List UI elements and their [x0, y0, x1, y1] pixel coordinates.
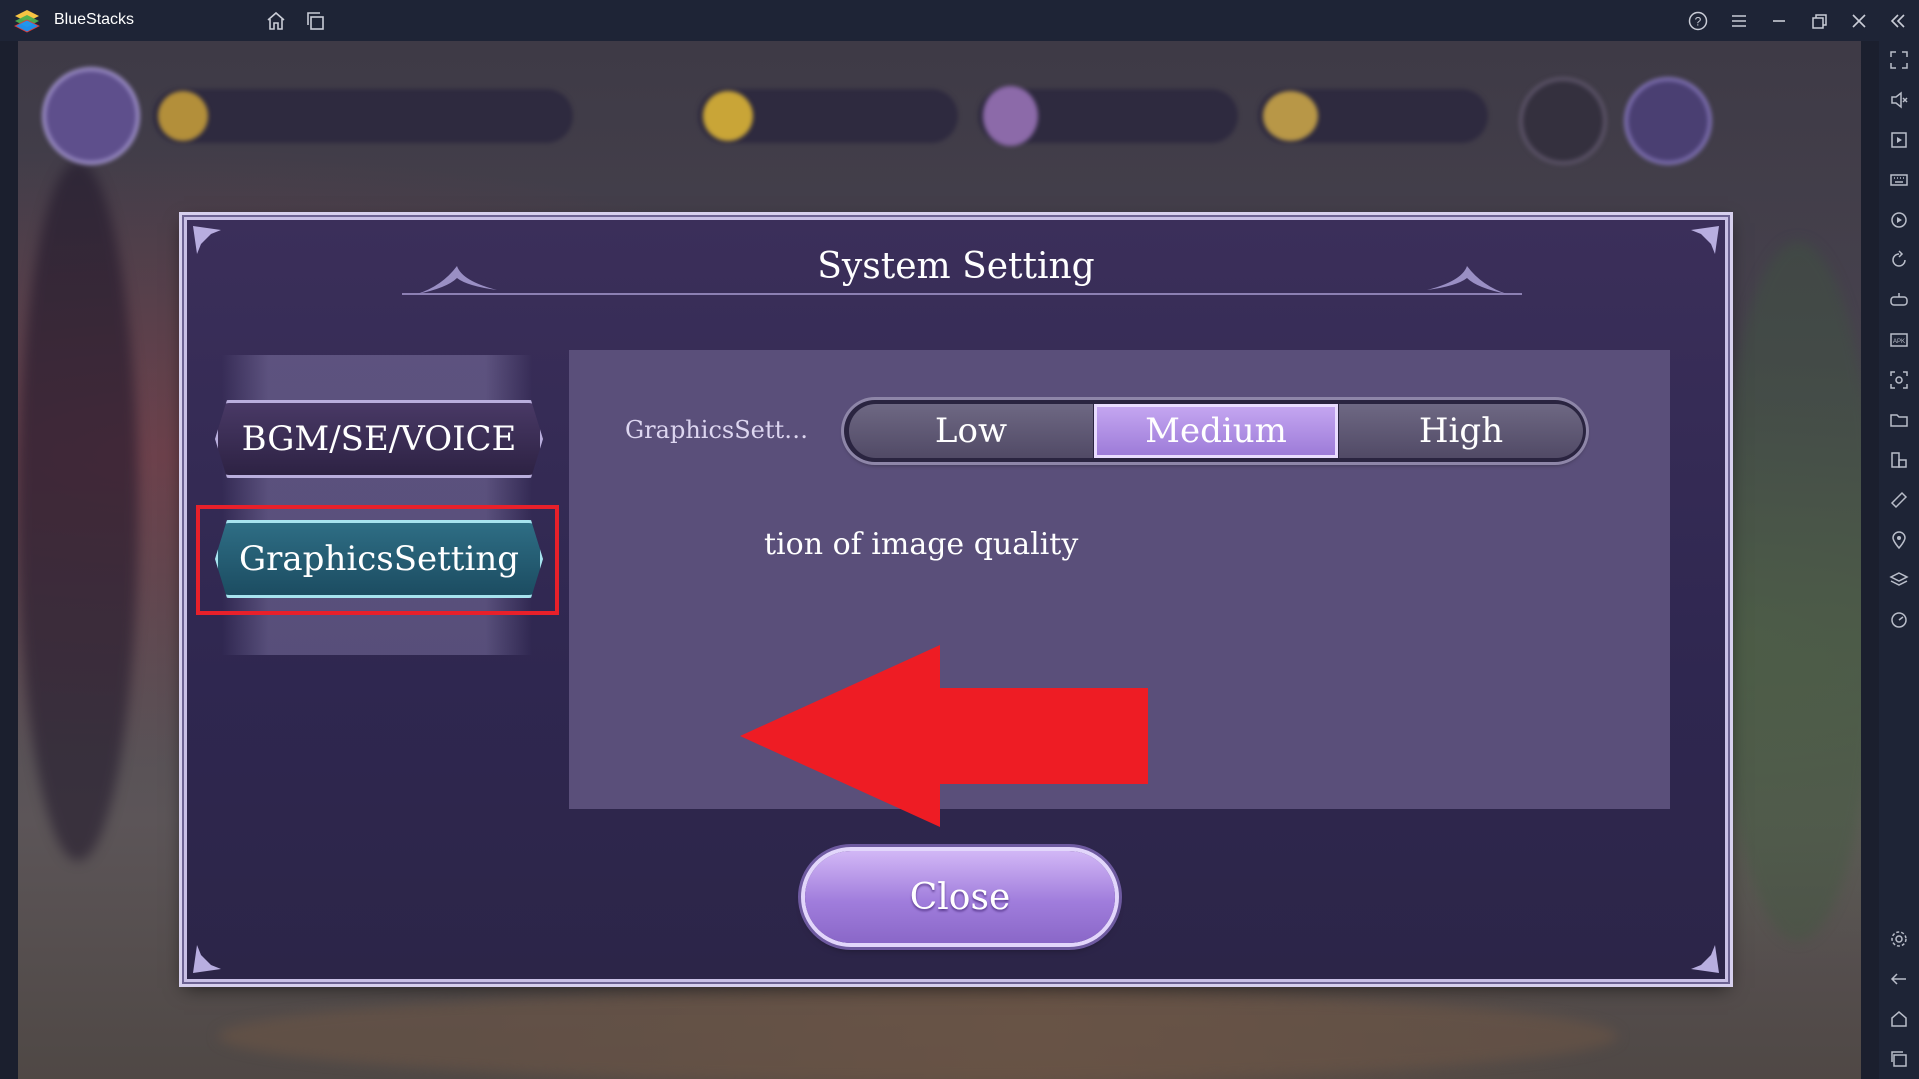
title-ornament-right-icon: [1422, 256, 1512, 296]
system-setting-dialog: System Setting BGM/SE/VOICE GraphicsSett…: [184, 217, 1728, 982]
layers-icon[interactable]: [1889, 570, 1909, 590]
android-home-icon[interactable]: [1889, 1009, 1909, 1029]
volume-icon[interactable]: [1889, 90, 1909, 110]
graphics-setting-label: GraphicsSett…: [625, 416, 809, 444]
background-foliage: [1718, 241, 1861, 941]
macro-icon[interactable]: [1889, 210, 1909, 230]
right-sidebar: APK: [1879, 41, 1919, 1079]
collapse-sidebar-icon[interactable]: [1887, 10, 1909, 32]
close-button[interactable]: Close: [805, 851, 1115, 943]
help-icon[interactable]: ?: [1687, 10, 1709, 32]
menu-icon[interactable]: [1728, 10, 1750, 32]
svg-text:APK: APK: [1893, 339, 1905, 345]
hud-gear-icon: [158, 91, 208, 141]
eco-mode-icon[interactable]: [1889, 490, 1909, 510]
hud-stamina-icon: [703, 91, 753, 141]
fullscreen-icon[interactable]: [1889, 50, 1909, 70]
game-viewport: System Setting BGM/SE/VOICE GraphicsSett…: [18, 41, 1861, 1079]
corner-ornament-icon: [191, 941, 225, 975]
back-icon[interactable]: [1889, 969, 1909, 989]
hud-currency-icon: [1263, 91, 1318, 141]
apk-icon[interactable]: APK: [1889, 330, 1909, 350]
quality-high-button[interactable]: High: [1339, 404, 1583, 458]
settings-icon[interactable]: [1889, 929, 1909, 949]
title-divider: [402, 293, 1522, 295]
background-pillar: [18, 161, 138, 861]
speed-icon[interactable]: [1889, 610, 1909, 630]
title-bar: BlueStacks ?: [0, 0, 1919, 41]
hud-menu-icon: [1523, 81, 1603, 161]
quality-medium-button[interactable]: Medium: [1094, 404, 1338, 458]
minimize-icon[interactable]: [1768, 10, 1790, 32]
quality-description: tion of image quality: [764, 527, 1079, 562]
folder-icon[interactable]: [1889, 410, 1909, 430]
restore-icon[interactable]: [1808, 10, 1830, 32]
hud-title-bar: [153, 89, 573, 143]
corner-ornament-icon: [1687, 941, 1721, 975]
rotate-icon[interactable]: [1889, 250, 1909, 270]
title-ornament-left-icon: [412, 256, 502, 296]
recent-apps-icon[interactable]: [1889, 1049, 1909, 1069]
quality-selector: Low Medium High: [844, 400, 1586, 462]
red-arrow-icon: [740, 645, 1148, 827]
location-icon[interactable]: [1889, 530, 1909, 550]
highlight-box: [196, 505, 559, 615]
keyboard-icon[interactable]: [1889, 170, 1909, 190]
hud-back-icon: [46, 71, 136, 161]
bluestacks-logo-icon: [14, 9, 40, 33]
close-icon[interactable]: [1848, 10, 1870, 32]
hud-gem-icon: [983, 86, 1038, 146]
tab-bgm-se-voice[interactable]: BGM/SE/VOICE: [215, 400, 543, 478]
media-icon[interactable]: [1889, 130, 1909, 150]
gamepad-icon[interactable]: [1889, 290, 1909, 310]
svg-text:?: ?: [1695, 15, 1702, 29]
screenshot-icon[interactable]: [1889, 370, 1909, 390]
resize-icon[interactable]: [1889, 450, 1909, 470]
app-title: BlueStacks: [54, 11, 135, 28]
hud-profile-icon: [1628, 81, 1708, 161]
quality-low-button[interactable]: Low: [849, 404, 1093, 458]
multi-instance-icon[interactable]: [305, 10, 327, 32]
background-floor: [218, 991, 1618, 1079]
home-icon[interactable]: [265, 10, 287, 32]
